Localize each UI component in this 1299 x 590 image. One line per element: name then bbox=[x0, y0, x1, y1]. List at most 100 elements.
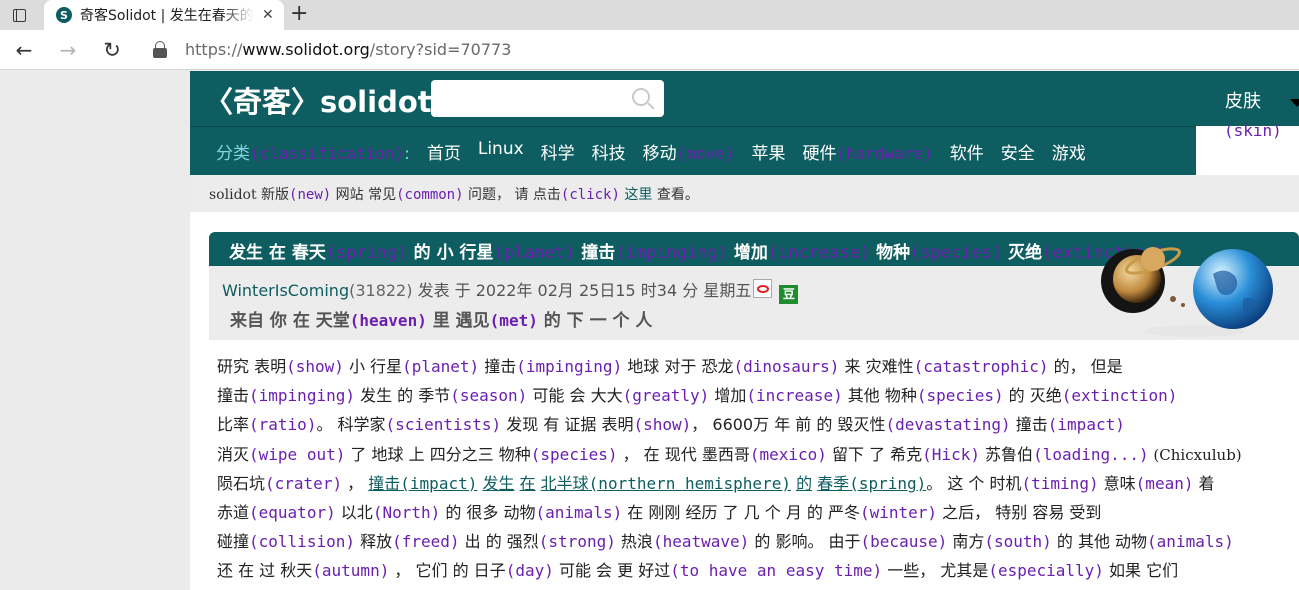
story-byline: WinterIsComing(31822) 发表 于 2022年 02月 25日… bbox=[222, 277, 799, 304]
nav-item-security[interactable]: 安全 bbox=[1001, 139, 1035, 164]
dropdown-triangle-icon[interactable] bbox=[1290, 99, 1299, 107]
article-link[interactable]: 撞击 bbox=[368, 474, 400, 493]
story-title[interactable]: 发生 在 春天(spring) 的 小 行星(planet) 撞击(imping… bbox=[229, 238, 1165, 263]
nav-item-games[interactable]: 游戏 bbox=[1052, 139, 1086, 164]
article-text: 的 很多 动物 bbox=[440, 502, 536, 522]
word-annotation: (collision) bbox=[249, 532, 355, 552]
article-text: 意味 bbox=[1098, 473, 1136, 493]
article-text: 消灭 bbox=[217, 444, 250, 464]
back-arrow-icon[interactable]: ← bbox=[10, 36, 38, 64]
nav-item-home[interactable]: 首页 bbox=[427, 139, 461, 164]
solidot-logo[interactable]: 〈奇客〉solidot bbox=[204, 79, 432, 121]
article-text: ， 在 现代 墨西哥 bbox=[617, 444, 750, 464]
article-text: 留下 了 希克 bbox=[826, 444, 923, 464]
story-title-word: 撞击 bbox=[575, 243, 616, 263]
nav-item-mobile[interactable]: 移动(move) bbox=[643, 139, 735, 164]
word-annotation: (because) bbox=[860, 532, 948, 552]
article-text: 苏鲁伯 bbox=[979, 444, 1034, 464]
word-annotation: (south) bbox=[984, 532, 1052, 552]
article-link[interactable]: 在 bbox=[520, 474, 536, 493]
article-link-annotation[interactable]: (impact) bbox=[400, 474, 477, 493]
tab-close-icon[interactable]: ✕ bbox=[262, 7, 274, 23]
article-text: 发现 有 证据 表明 bbox=[501, 415, 634, 435]
word-annotation: (freed) bbox=[392, 532, 460, 552]
notice-text: solidot 新版(new) 网站 常见(common) 问题， 请 点击(c… bbox=[209, 187, 699, 203]
word-annotation: (especially) bbox=[988, 561, 1104, 581]
reload-icon[interactable]: ↻ bbox=[98, 36, 126, 64]
word-annotation: (season) bbox=[450, 386, 528, 406]
article-body: 研究 表明(show) 小 行星(planet) 撞击(impinging) 地… bbox=[217, 353, 1287, 587]
new-tab-button[interactable]: + bbox=[290, 1, 308, 27]
word-annotation: (to have an easy time) bbox=[670, 561, 883, 581]
story-title-annotation: (spring) bbox=[325, 243, 408, 263]
browser-tab-active[interactable]: S 奇客Solidot | 发生在春天的 ✕ bbox=[44, 0, 284, 30]
word-annotation: (greatly) bbox=[622, 386, 710, 406]
article-text: 南方 bbox=[947, 532, 985, 552]
article-text: 来 灾难性 bbox=[839, 357, 914, 376]
word-annotation: (strong) bbox=[538, 532, 616, 552]
word-annotation: (animals) bbox=[1147, 532, 1234, 552]
article-text: 小 行星 bbox=[343, 357, 403, 376]
article-text: 碰撞 bbox=[217, 532, 250, 552]
word-annotation: (species) bbox=[916, 386, 1004, 406]
article-text: ， 它们 的 日子 bbox=[389, 561, 506, 581]
article-link-annotation[interactable]: (northern hemisphere) bbox=[589, 474, 791, 493]
nav-item-apple[interactable]: 苹果 bbox=[751, 139, 785, 164]
article-link[interactable]: 春季 bbox=[817, 474, 849, 493]
tab-list-icon[interactable] bbox=[8, 4, 30, 26]
author-count: (31822) bbox=[349, 281, 413, 300]
site-header: 〈奇客〉solidot 皮肤 bbox=[190, 71, 1299, 126]
word-annotation: (devastating) bbox=[885, 415, 1011, 435]
article-text: 地球 对于 恐龙 bbox=[622, 357, 734, 376]
word-annotation: (impact) bbox=[1047, 415, 1125, 435]
author-link[interactable]: WinterIsComing bbox=[222, 281, 349, 300]
article-link-annotation[interactable]: (spring) bbox=[849, 474, 926, 493]
word-annotation: (loading...) bbox=[1033, 444, 1149, 464]
article-text: 研究 表明 bbox=[217, 357, 287, 376]
article-link[interactable]: 的 bbox=[796, 474, 812, 493]
skin-menu[interactable]: 皮肤 bbox=[1225, 87, 1261, 113]
word-annotation: (extinction) bbox=[1061, 386, 1178, 406]
article-text: 发生 的 季节 bbox=[354, 386, 451, 406]
solidot-page: 〈奇客〉solidot 皮肤 (skin) 分类(classification)… bbox=[190, 71, 1299, 590]
search-icon[interactable] bbox=[632, 88, 650, 106]
lock-icon[interactable] bbox=[152, 40, 168, 60]
nav-item-linux[interactable]: Linux bbox=[478, 139, 524, 164]
nav-item-software[interactable]: 软件 bbox=[950, 139, 984, 164]
forward-arrow-icon[interactable]: → bbox=[54, 36, 82, 64]
nav-item-technology[interactable]: 科技 bbox=[592, 139, 626, 164]
url-text[interactable]: https://www.solidot.org/story?sid=70773 bbox=[185, 40, 511, 59]
word-annotation: (day) bbox=[505, 561, 554, 581]
article-text: 。 这 个 时机 bbox=[926, 473, 1022, 493]
weibo-share-icon[interactable] bbox=[753, 279, 773, 298]
article-text: 增加 bbox=[709, 386, 747, 406]
article-text: 其他 物种 bbox=[842, 386, 917, 406]
douban-share-icon[interactable]: 豆 bbox=[779, 285, 799, 304]
word-annotation: (mexico) bbox=[749, 444, 827, 464]
article-text: (Chicxulub) bbox=[1148, 445, 1242, 464]
search-input[interactable] bbox=[431, 80, 664, 117]
notice-link[interactable]: 这里 bbox=[620, 187, 652, 203]
nav-item-hardware[interactable]: 硬件(hardware) bbox=[802, 139, 932, 164]
story-title-word: 物种 bbox=[870, 243, 911, 263]
word-annotation: (winter) bbox=[860, 502, 938, 522]
article-text: ， bbox=[342, 473, 369, 493]
story-title-annotation: (planet) bbox=[493, 243, 576, 263]
article-text: 比率 bbox=[217, 415, 250, 435]
article-link[interactable]: 北半球 bbox=[541, 474, 589, 493]
article-text: 撞击 bbox=[1010, 415, 1048, 435]
word-annotation: (impinging) bbox=[249, 386, 355, 406]
word-annotation: (increase) bbox=[746, 386, 843, 406]
notice-bar: solidot 新版(new) 网站 常见(common) 问题， 请 点击(c… bbox=[190, 175, 1299, 212]
nav-item-science[interactable]: 科学 bbox=[541, 139, 575, 164]
word-annotation: (North) bbox=[372, 502, 441, 522]
word-annotation: (catastrophic) bbox=[913, 357, 1049, 376]
address-bar[interactable]: https://www.solidot.org/story?sid=70773 bbox=[140, 35, 1299, 65]
browser-tab-strip: S 奇客Solidot | 发生在春天的 ✕ + bbox=[0, 0, 1299, 30]
article-line: 还 在 过 秋天(autumn) ， 它们 的 日子(day) 可能 会 更 好… bbox=[217, 557, 1287, 586]
article-link[interactable]: 发生 bbox=[482, 474, 514, 493]
story-title-word: 的 小 行星 bbox=[407, 243, 494, 263]
article-line: 消灭(wipe out) 了 地球 上 四分之三 物种(species) ， 在… bbox=[217, 441, 1287, 470]
word-annotation: (show) bbox=[633, 415, 692, 435]
article-line: 赤道(equator) 以北(North) 的 很多 动物(animals) 在… bbox=[217, 499, 1287, 528]
